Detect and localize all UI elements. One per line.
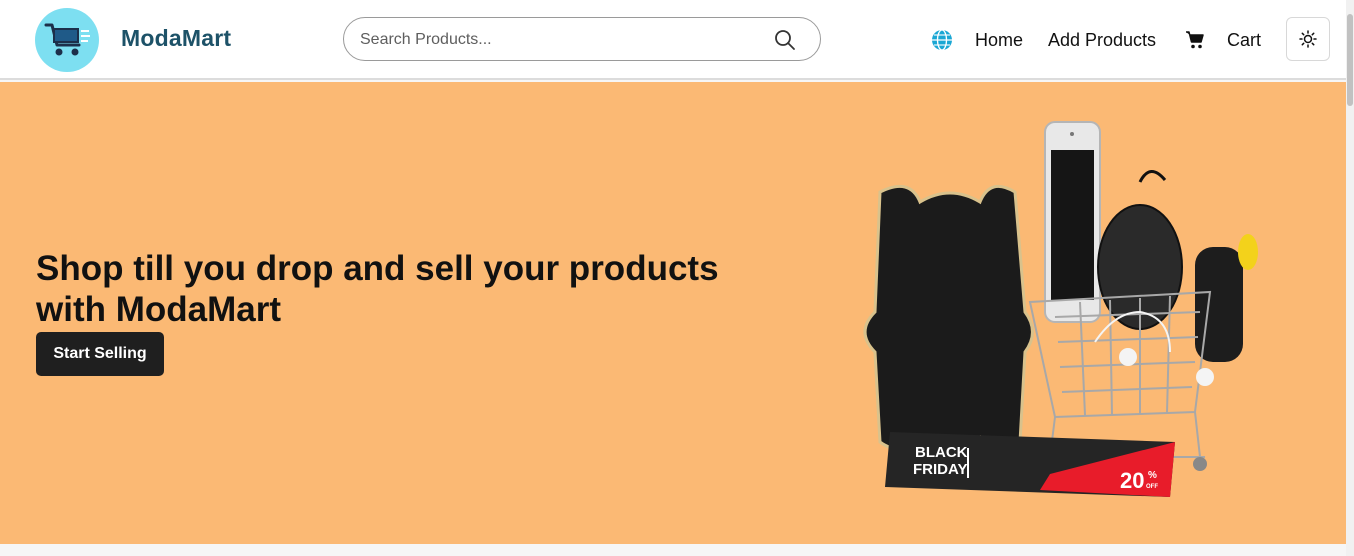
search-input[interactable] <box>358 28 762 52</box>
sun-icon <box>1299 30 1317 48</box>
brand-name[interactable]: ModaMart <box>121 25 231 52</box>
tag-line2: FRIDAY <box>913 461 967 478</box>
shopping-cart-logo-icon <box>44 23 90 56</box>
logo-circle <box>35 8 99 72</box>
vertical-scrollbar[interactable] <box>1346 0 1354 556</box>
nav-cart-link[interactable]: Cart <box>1227 29 1261 51</box>
tag-discount: 20 <box>1120 468 1144 493</box>
tag-percent: % <box>1148 470 1157 481</box>
theme-toggle-button[interactable] <box>1286 17 1330 61</box>
search-icon <box>775 30 795 50</box>
cart-icon <box>1186 31 1204 49</box>
hero-product-image: BLACK FRIDAY 20 % OFF <box>863 121 1258 497</box>
hero-headline: Shop till you drop and sell your product… <box>36 249 719 329</box>
scrollbar-thumb[interactable] <box>1347 14 1353 106</box>
chalkboard-shape <box>863 184 1034 450</box>
tag-off: OFF <box>1146 484 1158 490</box>
globe-icon <box>932 29 952 51</box>
tag-line1: BLACK <box>915 444 968 461</box>
brand-logo[interactable] <box>35 8 99 72</box>
search-bar <box>343 17 821 61</box>
nav-cart-icon-button[interactable] <box>1185 30 1205 50</box>
nav-home-link[interactable]: Home <box>975 29 1023 51</box>
search-button[interactable] <box>774 29 796 51</box>
start-selling-button[interactable]: Start Selling <box>36 332 164 376</box>
nav-add-products-link[interactable]: Add Products <box>1048 29 1156 51</box>
smartwatch-shape <box>1195 247 1243 362</box>
hero-banner: Shop till you drop and sell your product… <box>0 82 1346 544</box>
top-navbar: ModaMart Home Add Products Cart <box>0 0 1346 80</box>
language-selector[interactable] <box>931 29 953 51</box>
